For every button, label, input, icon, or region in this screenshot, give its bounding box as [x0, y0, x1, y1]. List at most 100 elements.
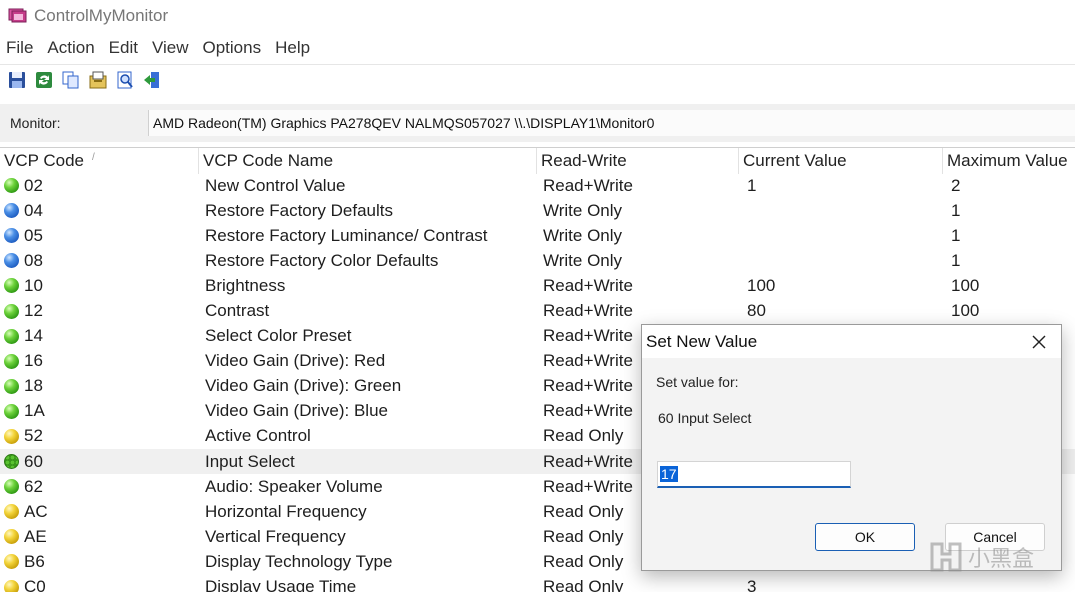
column-header-label: VCP Code Name — [203, 151, 334, 170]
vcp-code: 08 — [24, 250, 43, 270]
table-row[interactable]: 08 Restore Factory Color Defaults Write On… — [0, 248, 1075, 273]
table-row[interactable]: 02 New Control Value Read+Write 1 2 — [0, 173, 1075, 198]
column-header-read-write[interactable]: Read-Write — [537, 148, 739, 174]
vcp-code-cell: AC — [0, 499, 199, 524]
vcp-code: 1A — [24, 401, 45, 421]
dialog-close-button[interactable] — [1017, 325, 1061, 358]
find-icon — [117, 71, 133, 88]
status-green-icon — [4, 328, 19, 344]
current-value-cell: 100 — [747, 275, 776, 295]
vcp-code-name-cell: Contrast — [205, 301, 270, 321]
column-header-vcp-code[interactable]: VCP Code / — [0, 148, 199, 174]
ok-button[interactable]: OK — [815, 523, 915, 551]
properties-icon — [89, 71, 107, 88]
copy-button[interactable] — [59, 68, 83, 92]
column-header-label: VCP Code — [4, 151, 85, 170]
vcp-code: 52 — [24, 426, 43, 446]
table-row[interactable]: C0 Display Usage Time Read Only 3 — [0, 575, 1075, 592]
close-icon — [1032, 335, 1046, 348]
vcp-code-name-cell: Restore Factory Defaults — [205, 200, 394, 220]
vcp-code-name-cell: Brightness — [205, 275, 286, 295]
column-header-maximum-value[interactable]: Maximum Value — [943, 148, 1075, 174]
table-row[interactable]: 10 Brightness Read+Write 100 100 — [0, 273, 1075, 298]
dialog-prompt: Set value for: — [656, 374, 739, 390]
status-green-icon — [4, 403, 19, 419]
refresh-icon — [36, 71, 52, 88]
status-yellow-icon — [4, 504, 19, 520]
maximum-value-cell: 1 — [951, 250, 961, 270]
vcp-code: 60 — [24, 451, 43, 471]
vcp-code-name-cell: Active Control — [205, 426, 311, 446]
title-bar: ControlMyMonitor — [0, 0, 1075, 32]
status-green-icon — [4, 278, 19, 294]
vcp-code-cell: 12 — [0, 299, 199, 324]
exit-button[interactable] — [140, 68, 164, 92]
current-value-cell: 3 — [747, 577, 757, 592]
read-write-cell: Write Only — [543, 200, 623, 220]
vcp-code: 62 — [24, 476, 43, 496]
copy-icon — [62, 71, 79, 88]
column-header-vcp-code-name[interactable]: VCP Code Name — [199, 148, 537, 174]
properties-button[interactable] — [86, 68, 110, 92]
monitor-select[interactable]: AMD Radeon(TM) Graphics PA278QEV NALMQS0… — [148, 110, 1075, 136]
heybox-logo-icon — [930, 542, 962, 572]
vcp-code: 05 — [24, 225, 43, 245]
table-row[interactable]: 04 Restore Factory Defaults Write Only 1 — [0, 198, 1075, 223]
read-write-cell: Read Only — [543, 577, 624, 592]
vcp-code-cell: 52 — [0, 424, 199, 449]
toolbar — [0, 64, 1075, 94]
dialog-target: 60 Input Select — [658, 410, 752, 426]
vcp-code-name-cell: Restore Factory Color Defaults — [205, 250, 439, 270]
vcp-code-name-cell: Vertical Frequency — [205, 526, 346, 546]
column-header-label: Read-Write — [541, 151, 627, 170]
vcp-code-name-cell: Audio: Speaker Volume — [205, 476, 383, 496]
maximum-value-cell — [943, 575, 1075, 592]
column-header-current-value[interactable]: Current Value — [739, 148, 943, 174]
exit-icon — [144, 71, 159, 88]
vcp-code: 14 — [24, 326, 43, 346]
current-value-cell: 80 — [747, 301, 766, 321]
vcp-code: B6 — [24, 551, 45, 571]
vcp-code: AC — [24, 501, 48, 521]
table-row[interactable]: 05 Restore Factory Luminance/ Contrast Wri… — [0, 223, 1075, 248]
status-yellow-icon — [4, 529, 19, 545]
save-button[interactable] — [5, 68, 29, 92]
menu-help[interactable]: Help — [268, 38, 317, 58]
menu-options[interactable]: Options — [196, 38, 269, 58]
status-green-icon — [4, 378, 19, 394]
maximum-value-cell: 100 — [951, 301, 980, 321]
vcp-code-cell: 10 — [0, 273, 199, 298]
vcp-code-name-cell: Display Technology Type — [205, 551, 393, 571]
status-green-icon — [4, 353, 19, 369]
menu-action[interactable]: Action — [40, 38, 101, 58]
status-blue-icon — [4, 203, 19, 219]
status-green-icon — [4, 479, 19, 495]
read-write-cell: Read+Write — [543, 275, 633, 295]
vcp-code-name-cell: Input Select — [205, 451, 295, 471]
vcp-code: 12 — [24, 301, 43, 321]
status-yellow-icon — [4, 428, 19, 444]
vcp-code-name-cell: Restore Factory Luminance/ Contrast — [205, 225, 488, 245]
current-value-cell — [739, 248, 943, 273]
monitor-row: Monitor: AMD Radeon(TM) Graphics PA278QE… — [0, 104, 1075, 142]
value-input[interactable]: 17 — [657, 461, 851, 488]
menu-edit[interactable]: Edit — [102, 38, 145, 58]
maximum-value-cell: 100 — [951, 275, 980, 295]
read-write-cell: Write Only — [543, 250, 623, 270]
find-button[interactable] — [113, 68, 137, 92]
refresh-button[interactable] — [32, 68, 56, 92]
current-value-cell — [739, 198, 943, 223]
vcp-code-cell: B6 — [0, 549, 199, 574]
read-write-cell: Read+Write — [543, 175, 633, 195]
table-row[interactable]: 12 Contrast Read+Write 80 100 — [0, 298, 1075, 323]
status-blue-icon — [4, 253, 19, 269]
menu-view[interactable]: View — [145, 38, 196, 58]
vcp-code-name-cell: Video Gain (Drive): Blue — [205, 401, 388, 421]
list-header: VCP Code / VCP Code Name Read-Write Curr… — [0, 147, 1075, 174]
vcp-code-name-cell: Video Gain (Drive): Red — [205, 351, 386, 371]
monitor-label: Monitor: — [10, 115, 61, 131]
vcp-code: 02 — [24, 175, 43, 195]
dialog-title-bar: Set New Value — [642, 325, 1061, 358]
menu-file[interactable]: File — [0, 38, 40, 58]
vcp-code-cell: 1A — [0, 399, 199, 424]
